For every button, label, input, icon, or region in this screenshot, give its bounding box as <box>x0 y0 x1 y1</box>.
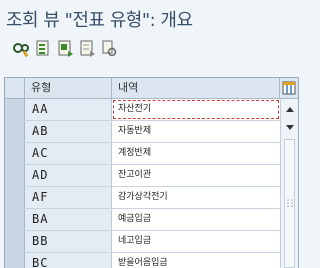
display-change-button[interactable] <box>12 39 31 58</box>
description-input[interactable]: 자동반제 <box>112 121 280 142</box>
type-cell: AF <box>25 187 112 208</box>
column-header-type[interactable]: 유형 <box>25 78 112 98</box>
column-header-description[interactable]: 내역 <box>112 78 280 98</box>
document-type-table: 유형 내역 AA 자산전기 AB 자동반제 AC 계정반제 AD 잔고이관 AF… <box>4 77 299 268</box>
vertical-scrollbar[interactable] <box>280 99 298 268</box>
description-input[interactable]: 받을어음입금 <box>112 253 280 268</box>
table-header: 유형 내역 <box>5 78 298 99</box>
table-body: AA 자산전기 AB 자동반제 AC 계정반제 AD 잔고이관 AF 감가상각전… <box>5 99 280 268</box>
description-input[interactable]: 감가상각전기 <box>112 187 280 208</box>
select-all-button[interactable] <box>34 39 53 58</box>
row-selector[interactable] <box>5 209 25 230</box>
scrollbar-thumb[interactable] <box>284 139 295 268</box>
row-selector[interactable] <box>5 231 25 252</box>
table-row[interactable]: BC 받을어음입금 <box>5 253 280 268</box>
description-input[interactable]: 잔고이관 <box>112 165 280 186</box>
row-selector[interactable] <box>5 121 25 142</box>
description-input[interactable]: 자산전기 <box>112 99 280 120</box>
type-cell: BC <box>25 253 112 268</box>
scroll-down-button[interactable] <box>281 119 298 135</box>
table-row[interactable]: AF 감가상각전기 <box>5 187 280 209</box>
row-selector[interactable] <box>5 143 25 164</box>
triangle-up-icon <box>286 107 294 112</box>
glasses-pencil-icon <box>13 43 29 58</box>
row-selector[interactable] <box>5 253 25 268</box>
type-cell: BB <box>25 231 112 252</box>
table-row[interactable]: BA 예금입금 <box>5 209 280 231</box>
triangle-down-icon <box>286 125 294 130</box>
select-block-icon <box>58 40 73 57</box>
print-button[interactable] <box>100 39 119 58</box>
column-config-icon <box>282 81 296 95</box>
type-cell: BA <box>25 209 112 230</box>
select-block-button[interactable] <box>56 39 75 58</box>
table-row[interactable]: AB 자동반제 <box>5 121 280 143</box>
select-all-rows-cell[interactable] <box>5 78 25 98</box>
type-cell: AB <box>25 121 112 142</box>
column-config-button[interactable] <box>280 78 298 98</box>
deselect-all-icon <box>80 40 95 57</box>
row-selector[interactable] <box>5 165 25 186</box>
type-cell: AC <box>25 143 112 164</box>
description-input[interactable]: 예금입금 <box>112 209 280 230</box>
table-row[interactable]: AA 자산전기 <box>5 99 280 121</box>
window-title: 조회 뷰 "전표 유형": 개요 <box>6 10 193 31</box>
grip-icon <box>287 199 293 207</box>
table-row[interactable]: AD 잔고이관 <box>5 165 280 187</box>
print-icon <box>102 40 117 57</box>
table-row[interactable]: AC 계정반제 <box>5 143 280 165</box>
type-cell: AD <box>25 165 112 186</box>
description-input[interactable]: 네고입금 <box>112 231 280 252</box>
table-row[interactable]: BB 네고입금 <box>5 231 280 253</box>
type-cell: AA <box>25 99 112 120</box>
description-input[interactable]: 계정반제 <box>112 143 280 164</box>
row-selector[interactable] <box>5 99 25 120</box>
row-selector[interactable] <box>5 187 25 208</box>
toolbar <box>12 39 119 61</box>
scroll-up-button[interactable] <box>281 101 298 117</box>
deselect-all-button[interactable] <box>78 39 97 58</box>
select-all-icon <box>36 40 49 56</box>
